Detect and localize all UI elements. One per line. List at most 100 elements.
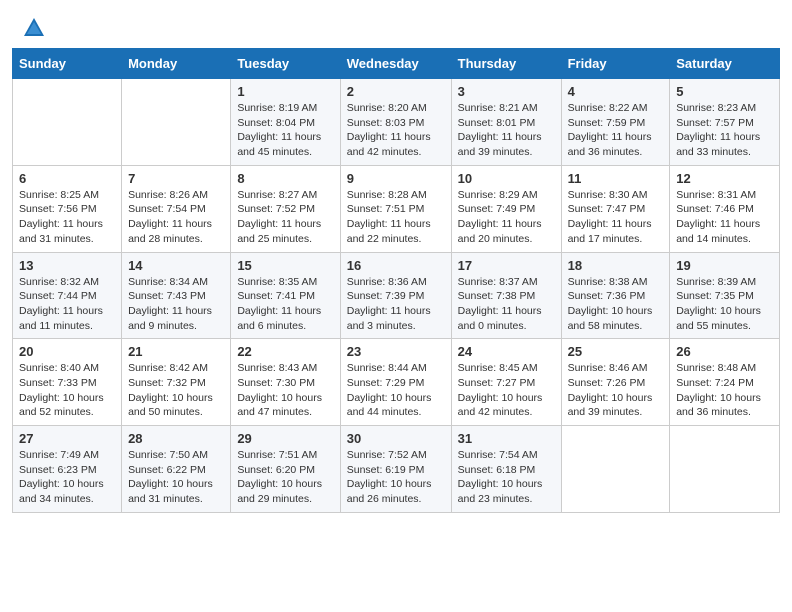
page-header bbox=[0, 0, 792, 40]
day-number: 28 bbox=[128, 431, 224, 446]
calendar-cell: 10 Sunrise: 8:29 AM Sunset: 7:49 PM Dayli… bbox=[451, 165, 561, 252]
weekday-header: Tuesday bbox=[231, 49, 340, 79]
day-number: 2 bbox=[347, 84, 445, 99]
calendar-cell: 3 Sunrise: 8:21 AM Sunset: 8:01 PM Daylig… bbox=[451, 79, 561, 166]
day-info: Sunrise: 8:43 AM Sunset: 7:30 PM Dayligh… bbox=[237, 361, 333, 420]
day-number: 12 bbox=[676, 171, 773, 186]
day-info: Sunrise: 8:44 AM Sunset: 7:29 PM Dayligh… bbox=[347, 361, 445, 420]
calendar-cell: 25 Sunrise: 8:46 AM Sunset: 7:26 PM Dayli… bbox=[561, 339, 670, 426]
calendar-cell: 12 Sunrise: 8:31 AM Sunset: 7:46 PM Dayli… bbox=[670, 165, 780, 252]
day-info: Sunrise: 8:38 AM Sunset: 7:36 PM Dayligh… bbox=[568, 275, 664, 334]
day-number: 14 bbox=[128, 258, 224, 273]
day-number: 21 bbox=[128, 344, 224, 359]
calendar-cell: 30Sunrise: 7:52 AM Sunset: 6:19 PM Dayli… bbox=[340, 426, 451, 513]
logo-icon bbox=[22, 16, 46, 40]
day-number: 29 bbox=[237, 431, 333, 446]
weekday-header: Wednesday bbox=[340, 49, 451, 79]
calendar-week-row: 20 Sunrise: 8:40 AM Sunset: 7:33 PM Dayli… bbox=[13, 339, 780, 426]
calendar-cell: 27Sunrise: 7:49 AM Sunset: 6:23 PM Dayli… bbox=[13, 426, 122, 513]
day-info: Sunrise: 8:42 AM Sunset: 7:32 PM Dayligh… bbox=[128, 361, 224, 420]
day-info: Sunrise: 8:27 AM Sunset: 7:52 PM Dayligh… bbox=[237, 188, 333, 247]
day-info: Sunrise: 8:45 AM Sunset: 7:27 PM Dayligh… bbox=[458, 361, 555, 420]
calendar-cell: 13 Sunrise: 8:32 AM Sunset: 7:44 PM Dayli… bbox=[13, 252, 122, 339]
day-info: Sunrise: 8:48 AM Sunset: 7:24 PM Dayligh… bbox=[676, 361, 773, 420]
calendar-cell bbox=[561, 426, 670, 513]
calendar-cell: 31Sunrise: 7:54 AM Sunset: 6:18 PM Dayli… bbox=[451, 426, 561, 513]
calendar-cell: 16 Sunrise: 8:36 AM Sunset: 7:39 PM Dayli… bbox=[340, 252, 451, 339]
calendar-cell bbox=[13, 79, 122, 166]
day-number: 22 bbox=[237, 344, 333, 359]
day-number: 30 bbox=[347, 431, 445, 446]
day-info: Sunrise: 8:30 AM Sunset: 7:47 PM Dayligh… bbox=[568, 188, 664, 247]
day-number: 27 bbox=[19, 431, 115, 446]
day-number: 5 bbox=[676, 84, 773, 99]
day-number: 17 bbox=[458, 258, 555, 273]
weekday-header: Thursday bbox=[451, 49, 561, 79]
calendar-cell: 29 Sunrise: 7:51 AM Sunset: 6:20 PM Dayli… bbox=[231, 426, 340, 513]
day-number: 6 bbox=[19, 171, 115, 186]
calendar-cell: 7 Sunrise: 8:26 AM Sunset: 7:54 PM Daylig… bbox=[122, 165, 231, 252]
calendar-cell: 15 Sunrise: 8:35 AM Sunset: 7:41 PM Dayli… bbox=[231, 252, 340, 339]
calendar-cell: 28 Sunrise: 7:50 AM Sunset: 6:22 PM Dayli… bbox=[122, 426, 231, 513]
day-number: 10 bbox=[458, 171, 555, 186]
day-info: Sunrise: 8:32 AM Sunset: 7:44 PM Dayligh… bbox=[19, 275, 115, 334]
day-number: 25 bbox=[568, 344, 664, 359]
day-info: Sunrise: 7:50 AM Sunset: 6:22 PM Dayligh… bbox=[128, 448, 224, 507]
day-info: Sunrise: 8:46 AM Sunset: 7:26 PM Dayligh… bbox=[568, 361, 664, 420]
day-info: Sunrise: 7:54 AM Sunset: 6:18 PM Dayligh… bbox=[458, 448, 555, 507]
day-number: 13 bbox=[19, 258, 115, 273]
day-info: Sunrise: 8:21 AM Sunset: 8:01 PM Dayligh… bbox=[458, 101, 555, 160]
calendar-cell: 17 Sunrise: 8:37 AM Sunset: 7:38 PM Dayli… bbox=[451, 252, 561, 339]
day-number: 18 bbox=[568, 258, 664, 273]
calendar-cell: 19Sunrise: 8:39 AM Sunset: 7:35 PM Dayli… bbox=[670, 252, 780, 339]
day-number: 23 bbox=[347, 344, 445, 359]
calendar-cell bbox=[670, 426, 780, 513]
weekday-header: Friday bbox=[561, 49, 670, 79]
day-info: Sunrise: 8:34 AM Sunset: 7:43 PM Dayligh… bbox=[128, 275, 224, 334]
calendar-cell: 24 Sunrise: 8:45 AM Sunset: 7:27 PM Dayli… bbox=[451, 339, 561, 426]
day-number: 19 bbox=[676, 258, 773, 273]
calendar-cell: 2 Sunrise: 8:20 AM Sunset: 8:03 PM Daylig… bbox=[340, 79, 451, 166]
day-number: 11 bbox=[568, 171, 664, 186]
day-number: 24 bbox=[458, 344, 555, 359]
day-info: Sunrise: 7:51 AM Sunset: 6:20 PM Dayligh… bbox=[237, 448, 333, 507]
calendar-cell: 22 Sunrise: 8:43 AM Sunset: 7:30 PM Dayli… bbox=[231, 339, 340, 426]
calendar-week-row: 1 Sunrise: 8:19 AM Sunset: 8:04 PM Daylig… bbox=[13, 79, 780, 166]
weekday-header: Saturday bbox=[670, 49, 780, 79]
calendar-cell: 5Sunrise: 8:23 AM Sunset: 7:57 PM Daylig… bbox=[670, 79, 780, 166]
calendar-cell: 20 Sunrise: 8:40 AM Sunset: 7:33 PM Dayli… bbox=[13, 339, 122, 426]
weekday-header: Sunday bbox=[13, 49, 122, 79]
calendar-cell: 23 Sunrise: 8:44 AM Sunset: 7:29 PM Dayli… bbox=[340, 339, 451, 426]
calendar-cell: 18 Sunrise: 8:38 AM Sunset: 7:36 PM Dayli… bbox=[561, 252, 670, 339]
day-info: Sunrise: 8:40 AM Sunset: 7:33 PM Dayligh… bbox=[19, 361, 115, 420]
weekday-header-row: SundayMondayTuesdayWednesdayThursdayFrid… bbox=[13, 49, 780, 79]
day-number: 7 bbox=[128, 171, 224, 186]
day-number: 20 bbox=[19, 344, 115, 359]
day-info: Sunrise: 8:28 AM Sunset: 7:51 PM Dayligh… bbox=[347, 188, 445, 247]
day-number: 16 bbox=[347, 258, 445, 273]
calendar-cell: 14 Sunrise: 8:34 AM Sunset: 7:43 PM Dayli… bbox=[122, 252, 231, 339]
calendar-table: SundayMondayTuesdayWednesdayThursdayFrid… bbox=[12, 48, 780, 513]
day-info: Sunrise: 8:31 AM Sunset: 7:46 PM Dayligh… bbox=[676, 188, 773, 247]
day-number: 1 bbox=[237, 84, 333, 99]
day-number: 3 bbox=[458, 84, 555, 99]
calendar-cell bbox=[122, 79, 231, 166]
day-number: 9 bbox=[347, 171, 445, 186]
day-info: Sunrise: 8:36 AM Sunset: 7:39 PM Dayligh… bbox=[347, 275, 445, 334]
day-info: Sunrise: 8:20 AM Sunset: 8:03 PM Dayligh… bbox=[347, 101, 445, 160]
day-number: 8 bbox=[237, 171, 333, 186]
day-info: Sunrise: 8:25 AM Sunset: 7:56 PM Dayligh… bbox=[19, 188, 115, 247]
day-number: 15 bbox=[237, 258, 333, 273]
day-number: 26 bbox=[676, 344, 773, 359]
calendar-cell: 21 Sunrise: 8:42 AM Sunset: 7:32 PM Dayli… bbox=[122, 339, 231, 426]
weekday-header: Monday bbox=[122, 49, 231, 79]
day-info: Sunrise: 8:19 AM Sunset: 8:04 PM Dayligh… bbox=[237, 101, 333, 160]
day-info: Sunrise: 8:35 AM Sunset: 7:41 PM Dayligh… bbox=[237, 275, 333, 334]
calendar-cell: 9 Sunrise: 8:28 AM Sunset: 7:51 PM Daylig… bbox=[340, 165, 451, 252]
calendar-week-row: 27Sunrise: 7:49 AM Sunset: 6:23 PM Dayli… bbox=[13, 426, 780, 513]
calendar-week-row: 13 Sunrise: 8:32 AM Sunset: 7:44 PM Dayli… bbox=[13, 252, 780, 339]
calendar-cell: 1 Sunrise: 8:19 AM Sunset: 8:04 PM Daylig… bbox=[231, 79, 340, 166]
day-info: Sunrise: 8:37 AM Sunset: 7:38 PM Dayligh… bbox=[458, 275, 555, 334]
day-info: Sunrise: 8:29 AM Sunset: 7:49 PM Dayligh… bbox=[458, 188, 555, 247]
day-info: Sunrise: 8:26 AM Sunset: 7:54 PM Dayligh… bbox=[128, 188, 224, 247]
